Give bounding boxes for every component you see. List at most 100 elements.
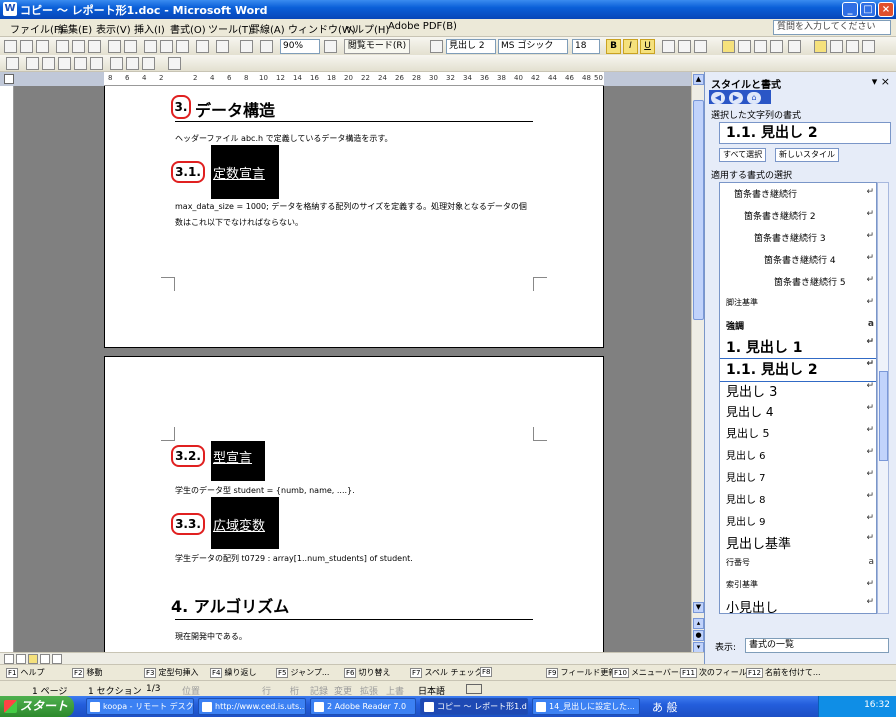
style-item[interactable]: 箇条書き継続行 ↵ xyxy=(720,187,876,207)
align-center-icon[interactable] xyxy=(738,40,751,53)
fkey-f12[interactable]: F12 名前を付けて... xyxy=(746,667,821,678)
align-justify-icon[interactable] xyxy=(722,40,735,53)
style-item[interactable]: 脚注基準 ↵ xyxy=(720,297,876,317)
style-item[interactable]: 見出し 3 ↵ xyxy=(720,381,876,403)
fkey-f9[interactable]: F9 フィールド更新 xyxy=(546,667,616,678)
style-item[interactable]: 見出し 5 ↵ xyxy=(720,425,876,447)
fkey-f3[interactable]: F3 定型句挿入 xyxy=(144,667,198,678)
new-document-icon[interactable] xyxy=(4,40,17,53)
fkey-f8[interactable]: F8 xyxy=(480,667,494,677)
close-button[interactable]: × xyxy=(878,2,894,17)
char-shading-icon[interactable] xyxy=(678,40,691,53)
web-view-icon[interactable] xyxy=(16,654,26,664)
insert-hyperlink-icon[interactable] xyxy=(240,40,253,53)
align-distributed-icon[interactable] xyxy=(770,40,783,53)
menu-adobe-pdf[interactable]: Adobe PDF(B) xyxy=(388,21,457,32)
grid-icon[interactable] xyxy=(168,57,181,70)
reading-view-icon[interactable] xyxy=(52,654,62,664)
word-app-icon[interactable]: W xyxy=(3,2,17,16)
line-spacing-icon[interactable] xyxy=(788,40,801,53)
style-item[interactable]: 箇条書き継続行 4 ↵ xyxy=(720,253,876,273)
line-weight-icon[interactable] xyxy=(126,57,139,70)
home-icon[interactable]: ⌂ xyxy=(747,92,761,104)
print-layout-icon[interactable] xyxy=(28,654,38,664)
research-icon[interactable] xyxy=(124,40,137,53)
style-item[interactable]: 見出し基準 ↵ xyxy=(720,533,876,555)
pen-icon[interactable] xyxy=(6,57,19,70)
print-icon[interactable] xyxy=(72,40,85,53)
new-style-button[interactable]: 新しいスタイル xyxy=(775,148,839,162)
menu-edit[interactable]: 編集(E) xyxy=(58,21,92,36)
pane-close-icon[interactable]: ▾ × xyxy=(872,75,890,88)
fkey-f11[interactable]: F11 次のフィールド xyxy=(680,667,755,678)
task-adobe-reader[interactable]: 2 Adobe Reader 7.0 xyxy=(310,698,416,715)
spelling-icon[interactable] xyxy=(108,40,121,53)
style-item[interactable]: 1. 見出し 1 ↵ xyxy=(720,337,876,359)
char-scale-icon[interactable] xyxy=(694,40,707,53)
task-word-document[interactable]: コピー ～ レポート形1.d... xyxy=(420,698,528,715)
scroll-down-icon[interactable]: ▼ xyxy=(693,602,704,613)
char-border-icon[interactable] xyxy=(662,40,675,53)
task-browser[interactable]: http://www.ced.is.uts... xyxy=(198,698,306,715)
style-item[interactable]: 箇条書き継続行 5 ↵ xyxy=(720,275,876,295)
page-1[interactable]: 3. データ構造 ヘッダーファイル abc.h で定義しているデータ構造を示す。… xyxy=(104,86,604,348)
paragraph-3-3[interactable]: 学生データの配列 t0729 : array[1..num_students] … xyxy=(175,553,413,564)
zoom-select[interactable]: 90% xyxy=(280,39,320,54)
heading-algorithm[interactable]: 4. アルゴリズム xyxy=(171,593,289,617)
document-area[interactable]: 3. データ構造 ヘッダーファイル abc.h で定義しているデータ構造を示す。… xyxy=(14,86,691,652)
permission-icon[interactable] xyxy=(56,40,69,53)
paste-icon[interactable] xyxy=(176,40,189,53)
style-list-scrollbar[interactable] xyxy=(877,182,889,614)
fkey-f1[interactable]: F1 ヘルプ xyxy=(6,667,44,678)
browse-object-icon[interactable]: ● xyxy=(693,630,704,641)
spelling-status-icon[interactable] xyxy=(466,684,482,694)
select-all-button[interactable]: すべて選択 xyxy=(719,148,767,162)
minimize-button[interactable]: _ xyxy=(842,2,858,17)
style-item[interactable]: 行番号 a xyxy=(720,557,876,577)
tab-selector-icon[interactable] xyxy=(4,74,14,84)
cell-split-icon[interactable] xyxy=(90,57,103,70)
paragraph-3-1-line2[interactable]: 数はこれ以下でなければならない。 xyxy=(175,217,303,228)
vertical-ruler[interactable] xyxy=(0,86,14,652)
menu-help[interactable]: ヘルプ(H) xyxy=(344,21,389,36)
save-icon[interactable] xyxy=(36,40,49,53)
styles-formatting-icon[interactable] xyxy=(430,40,443,53)
draw-table-icon[interactable] xyxy=(26,57,39,70)
task-remote-desktop[interactable]: koopa - リモート デスク... xyxy=(86,698,194,715)
page-2[interactable]: 3.2. 型宣言 学生のデータ型 student = {numb, name, … xyxy=(104,356,604,652)
decrease-indent-icon[interactable] xyxy=(846,40,859,53)
style-select[interactable]: 見出し 2 xyxy=(446,39,496,54)
bullets-icon[interactable] xyxy=(830,40,843,53)
fkey-f2[interactable]: F2 移動 xyxy=(72,667,102,678)
style-item-selected[interactable]: 1.1. 見出し 2 ↵ xyxy=(720,358,876,382)
maximize-button[interactable]: □ xyxy=(860,2,876,17)
intro-paragraph[interactable]: ヘッダーファイル abc.h で定義しているデータ構造を示す。 xyxy=(175,133,393,144)
cut-icon[interactable] xyxy=(144,40,157,53)
style-item[interactable]: 索引基準 ↵ xyxy=(720,579,876,599)
underline-button[interactable]: U xyxy=(640,39,655,54)
fkey-f10[interactable]: F10 メニューバーに xyxy=(612,667,687,678)
style-list[interactable]: 箇条書き継続行 ↵ 箇条書き継続行 2 ↵ 箇条書き継続行 3 ↵ 箇条書き継続行 4… xyxy=(719,182,877,614)
line-style-icon[interactable] xyxy=(110,57,123,70)
fkey-f5[interactable]: F5 ジャンプ... xyxy=(276,667,329,678)
format-painter-icon[interactable] xyxy=(196,40,209,53)
style-item[interactable]: 箇条書き継続行 2 ↵ xyxy=(720,209,876,229)
forward-icon[interactable]: ▶ xyxy=(729,92,743,104)
eraser-icon[interactable] xyxy=(42,57,55,70)
style-item[interactable]: 見出し 9 ↵ xyxy=(720,513,876,535)
paragraph-3-2[interactable]: 学生のデータ型 student = {numb, name, ....}. xyxy=(175,485,355,496)
menu-file[interactable]: ファイル(F) xyxy=(10,21,64,36)
style-item[interactable]: 見出し 6 ↵ xyxy=(720,447,876,469)
bold-button[interactable]: B xyxy=(606,39,621,54)
menu-view[interactable]: 表示(V) xyxy=(96,21,131,36)
outline-view-icon[interactable] xyxy=(40,654,50,664)
current-style-box[interactable]: 1.1. 見出し 2 xyxy=(719,122,891,144)
paragraph-4[interactable]: 現在開発中である。 xyxy=(175,631,247,642)
table-icon[interactable] xyxy=(260,40,273,53)
reading-mode-button[interactable]: 閲覧モード(R) xyxy=(344,39,410,54)
scroll-thumb[interactable] xyxy=(693,100,704,320)
heading-data-structure[interactable]: データ構造 xyxy=(195,97,275,121)
numbering-icon[interactable] xyxy=(814,40,827,53)
prev-page-icon[interactable]: ▴ xyxy=(693,618,704,629)
style-item[interactable]: 小見出し ↵ xyxy=(720,597,876,613)
